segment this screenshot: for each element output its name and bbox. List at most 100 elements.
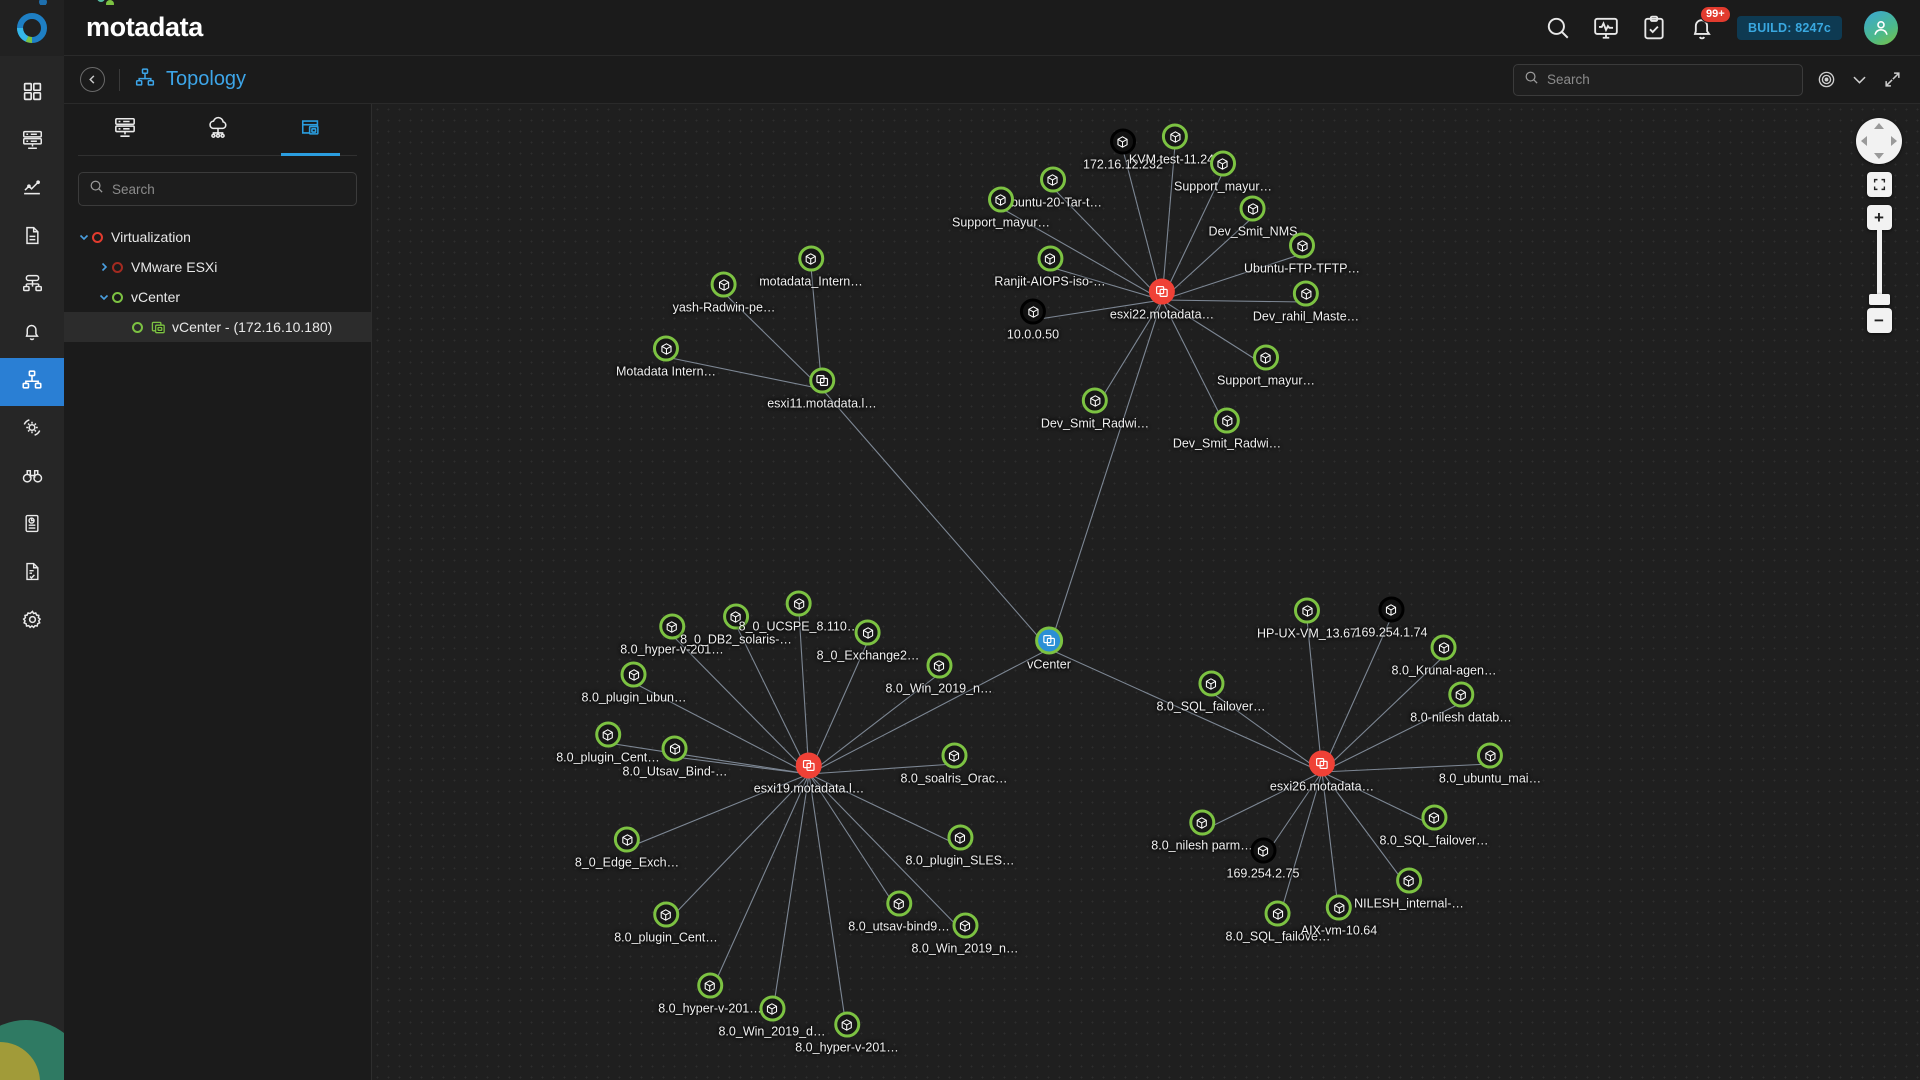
zoom-in-button[interactable]: + bbox=[1867, 205, 1892, 230]
nav-analytics[interactable] bbox=[0, 166, 64, 214]
topology-canvas[interactable]: vCenter esxi22.motadata… esxi11.motadata.l… bbox=[372, 104, 1920, 1080]
topology-edge bbox=[1322, 618, 1391, 772]
vm-node-icon bbox=[1162, 124, 1188, 150]
chevron-right-icon[interactable] bbox=[96, 261, 112, 273]
tree-item-vcenter-172-16-10-180[interactable]: vCenter - (172.16.10.180) bbox=[64, 312, 371, 342]
topology-node[interactable]: 169.254.2.75 bbox=[1227, 838, 1300, 881]
virtualization-icon bbox=[299, 116, 323, 143]
topology-node[interactable]: 8.0_Krunal-agen… bbox=[1392, 635, 1497, 678]
topology-node[interactable]: 10.0.0.50 bbox=[1007, 299, 1059, 342]
topology-node[interactable]: 8.0_SQL_failover… bbox=[1379, 805, 1488, 848]
nav-documents[interactable] bbox=[0, 214, 64, 262]
topology-node[interactable]: 8.0_plugin_SLES… bbox=[905, 825, 1014, 868]
topology-node-label: 8.0_SQL_failover… bbox=[1379, 834, 1488, 848]
automation-icon bbox=[21, 417, 43, 443]
user-avatar[interactable] bbox=[1864, 11, 1898, 45]
tab-cloud[interactable] bbox=[171, 104, 264, 155]
nav-automation[interactable] bbox=[0, 406, 64, 454]
header-divider bbox=[119, 69, 120, 91]
fullscreen-expand-icon[interactable] bbox=[1883, 70, 1902, 89]
search-input[interactable] bbox=[1547, 72, 1792, 87]
topology-node[interactable]: 169.254.1.74 bbox=[1355, 597, 1428, 640]
topology-node[interactable]: esxi22.motadata… bbox=[1110, 279, 1214, 322]
vm-node-icon bbox=[653, 902, 679, 928]
topology-node-label: vCenter bbox=[1027, 658, 1071, 672]
clipboard-check-icon[interactable] bbox=[1641, 15, 1667, 41]
topology-node[interactable]: Ubuntu-FTP-TFTP… bbox=[1244, 233, 1360, 276]
nav-dashboard[interactable] bbox=[0, 70, 64, 118]
topology-node[interactable]: 8.0_hyper-v-201… bbox=[795, 1012, 899, 1055]
topology-node[interactable]: Support_mayur… bbox=[1174, 151, 1272, 194]
back-button[interactable] bbox=[80, 67, 105, 92]
vm-node-icon bbox=[1253, 345, 1279, 371]
topology-node[interactable]: esxi26.motadata… bbox=[1270, 751, 1374, 794]
search-icon[interactable] bbox=[1545, 15, 1571, 41]
tab-virtualization[interactable] bbox=[264, 104, 357, 155]
build-version-tag[interactable]: BUILD: 8247c bbox=[1737, 16, 1842, 40]
notification-count-badge: 99+ bbox=[1700, 6, 1731, 23]
vm-node-icon bbox=[1294, 598, 1320, 624]
tab-infrastructure[interactable] bbox=[78, 104, 171, 155]
nav-settings[interactable] bbox=[0, 598, 64, 646]
topology-node-label: 10.0.0.50 bbox=[1007, 328, 1059, 342]
zoom-slider-thumb[interactable] bbox=[1869, 294, 1890, 305]
nav-servers[interactable] bbox=[0, 118, 64, 166]
topology-node[interactable]: HP-UX-VM_13.67 bbox=[1257, 598, 1357, 641]
nav-network[interactable] bbox=[0, 262, 64, 310]
nav-alerts[interactable] bbox=[0, 310, 64, 358]
topology-node[interactable]: Dev_Smit_Radwi… bbox=[1173, 408, 1281, 451]
topology-node[interactable]: esxi19.motadata.l… bbox=[754, 753, 864, 796]
notifications-bell-icon[interactable]: 99+ bbox=[1689, 15, 1715, 41]
chevron-down-icon[interactable] bbox=[1850, 70, 1869, 89]
server-rack-icon bbox=[113, 116, 137, 143]
vm-node-icon bbox=[1265, 901, 1291, 927]
topology-node[interactable]: Ranjit-AIOPS-iso-… bbox=[994, 246, 1105, 289]
topology-node[interactable]: 8.0-nilesh datab… bbox=[1410, 682, 1511, 725]
zoom-slider[interactable] bbox=[1877, 230, 1882, 300]
topology-node[interactable]: Dev_Smit_Radwi… bbox=[1041, 388, 1149, 431]
topology-node[interactable]: esxi11.motadata.l… bbox=[767, 368, 877, 411]
topology-node[interactable]: 8.0_Win_2019_n… bbox=[911, 913, 1018, 956]
topology-node[interactable]: 8_0_Edge_Exch… bbox=[575, 827, 679, 870]
topology-node[interactable]: vCenter bbox=[1027, 627, 1071, 672]
nav-reports[interactable] bbox=[0, 502, 64, 550]
pan-dpad[interactable] bbox=[1856, 118, 1902, 164]
tree-item-vcenter[interactable]: vCenter bbox=[64, 282, 371, 312]
topology-search-box[interactable] bbox=[1513, 64, 1803, 96]
vcenter-node-icon bbox=[1035, 627, 1063, 655]
tree-search-box[interactable] bbox=[78, 172, 357, 206]
zoom-out-button[interactable]: − bbox=[1867, 308, 1892, 333]
tree-search-input[interactable] bbox=[112, 182, 346, 197]
topology-edge bbox=[1123, 150, 1162, 300]
chevron-down-icon[interactable] bbox=[96, 291, 112, 303]
topology-node[interactable]: 8.0_SQL_failover… bbox=[1156, 671, 1265, 714]
tree-item-vmware-esxi[interactable]: VMware ESXi bbox=[64, 252, 371, 282]
focus-target-icon[interactable] bbox=[1817, 70, 1836, 89]
topology-node[interactable]: 8.0_plugin_Cent… bbox=[614, 902, 718, 945]
topology-node[interactable]: AIX-vm-10.64 bbox=[1301, 895, 1377, 938]
tree-item-virtualization[interactable]: Virtualization bbox=[64, 222, 371, 252]
topology-node[interactable]: Support_mayur… bbox=[1217, 345, 1315, 388]
topology-node[interactable]: Dev_rahil_Maste… bbox=[1253, 281, 1359, 324]
topology-node[interactable]: yash-Radwin-pe… bbox=[673, 272, 776, 315]
monitor-pulse-icon[interactable] bbox=[1593, 15, 1619, 41]
topology-node-label: 8.0_Win_2019_n… bbox=[911, 942, 1018, 956]
vm-node-icon bbox=[947, 825, 973, 851]
topology-node[interactable]: 8.0_ubuntu_mai… bbox=[1439, 743, 1541, 786]
nav-discovery[interactable] bbox=[0, 454, 64, 502]
topology-node-label: 8_0_DB2_solaris-… bbox=[680, 633, 792, 647]
topology-node[interactable]: 8.0_plugin_ubun… bbox=[582, 662, 687, 705]
app-logo[interactable] bbox=[0, 0, 64, 56]
topology-node[interactable]: 8.0_soalris_Orac… bbox=[901, 743, 1008, 786]
topology-node[interactable]: 8.0_Win_2019_n… bbox=[885, 653, 992, 696]
topology-node-label: AIX-vm-10.64 bbox=[1301, 924, 1377, 938]
topology-node[interactable]: Support_mayur… bbox=[952, 187, 1050, 230]
cloud-icon bbox=[205, 116, 231, 143]
tree-item-label: VMware ESXi bbox=[131, 259, 217, 275]
fit-screen-button[interactable] bbox=[1867, 172, 1892, 197]
chevron-down-icon[interactable] bbox=[76, 231, 92, 243]
topology-node[interactable]: 8.0_Utsav_Bind-… bbox=[623, 736, 728, 779]
nav-audit[interactable] bbox=[0, 550, 64, 598]
nav-topology[interactable] bbox=[0, 358, 64, 406]
topology-node[interactable]: Motadata Intern… bbox=[616, 336, 716, 379]
